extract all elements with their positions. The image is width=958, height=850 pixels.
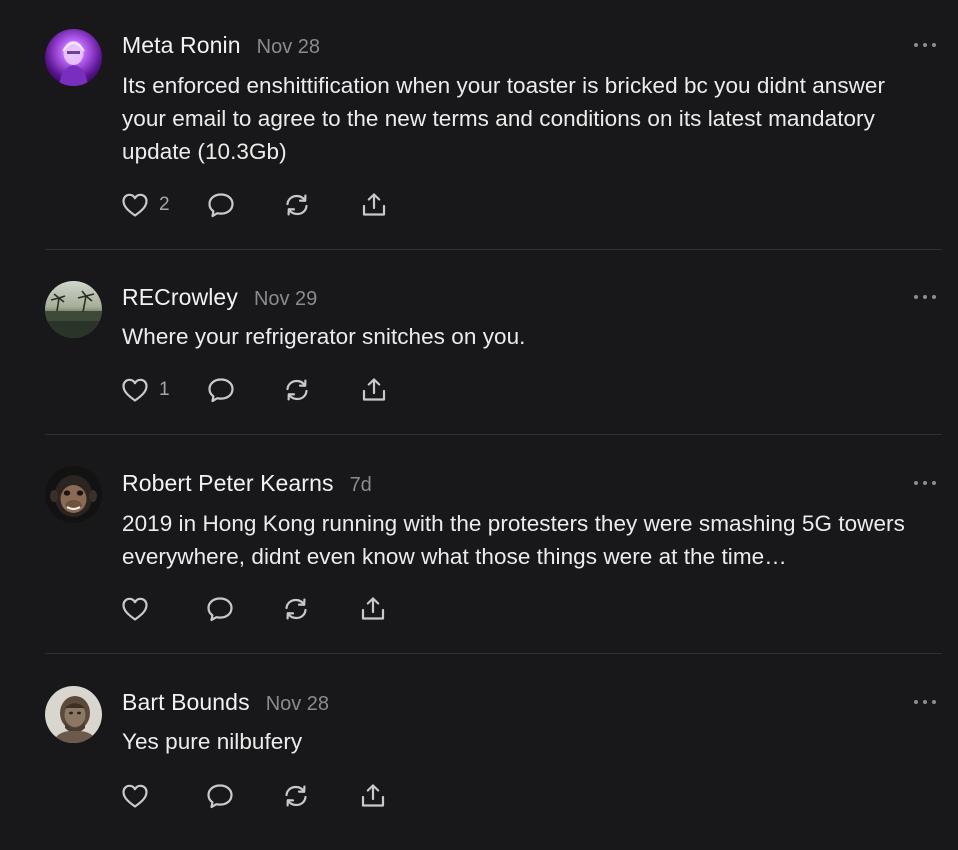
share-upload-icon (358, 781, 388, 811)
more-options-button[interactable] (914, 40, 936, 50)
avatar[interactable] (45, 29, 102, 86)
action-bar (120, 780, 388, 812)
more-options-button[interactable] (914, 478, 936, 488)
like-count: 1 (159, 379, 170, 400)
share-button[interactable] (358, 781, 388, 811)
like-button[interactable] (120, 594, 159, 624)
restack-button[interactable] (282, 375, 312, 405)
avatar[interactable] (45, 466, 102, 523)
like-button[interactable] (120, 781, 159, 811)
comment-header: Robert Peter Kearns 7d (122, 470, 372, 497)
share-upload-icon (359, 190, 389, 220)
reply-button[interactable] (206, 375, 236, 405)
refresh-arrows-icon (282, 190, 312, 220)
comment-date[interactable]: Nov 28 (266, 693, 329, 716)
comment-header: RECrowley Nov 29 (122, 284, 317, 311)
comment-date[interactable]: 7d (350, 474, 372, 497)
restack-button[interactable] (282, 190, 312, 220)
author-name[interactable]: Meta Ronin (122, 32, 241, 59)
refresh-arrows-icon (281, 781, 311, 811)
share-button[interactable] (358, 594, 388, 624)
more-options-button[interactable] (914, 292, 936, 302)
share-upload-icon (358, 594, 388, 624)
action-bar: 2 (120, 189, 389, 221)
comment-date[interactable]: Nov 28 (257, 36, 320, 59)
heart-icon (120, 781, 150, 811)
author-name[interactable]: Robert Peter Kearns (122, 470, 334, 497)
comment-header: Bart Bounds Nov 28 (122, 689, 329, 716)
like-count: 2 (159, 194, 170, 215)
speech-bubble-icon (206, 190, 236, 220)
ellipsis-icon (914, 700, 918, 704)
ellipsis-icon (914, 43, 918, 47)
avatar[interactable] (45, 281, 102, 338)
divider (45, 249, 942, 250)
share-button[interactable] (359, 190, 389, 220)
chimpanzee-portrait-image (45, 466, 102, 523)
refresh-arrows-icon (282, 375, 312, 405)
speech-bubble-icon (206, 375, 236, 405)
purple-neon-portrait-image (45, 29, 102, 86)
restack-button[interactable] (281, 781, 311, 811)
comment-feed: Meta Ronin Nov 28 Its enforced enshittif… (0, 0, 958, 850)
ellipsis-icon (914, 481, 918, 485)
divider (45, 653, 942, 654)
comment-text: Its enforced enshittification when your … (122, 73, 886, 164)
author-name[interactable]: Bart Bounds (122, 689, 250, 716)
reply-button[interactable] (206, 190, 236, 220)
sepia-caveman-portrait-image (45, 686, 102, 743)
reply-button[interactable] (205, 594, 235, 624)
comment-text: 2019 in Hong Kong running with the prote… (122, 511, 905, 569)
comment-header: Meta Ronin Nov 28 (122, 32, 320, 59)
heart-icon (120, 190, 150, 220)
refresh-arrows-icon (281, 594, 311, 624)
author-name[interactable]: RECrowley (122, 284, 238, 311)
avatar[interactable] (45, 686, 102, 743)
heart-icon (120, 375, 150, 405)
comment-text: Where your refrigerator snitches on you. (122, 324, 526, 349)
speech-bubble-icon (205, 781, 235, 811)
action-bar: 1 (120, 374, 389, 406)
share-button[interactable] (359, 375, 389, 405)
share-upload-icon (359, 375, 389, 405)
comment-date[interactable]: Nov 29 (254, 288, 317, 311)
ellipsis-icon (914, 295, 918, 299)
reply-button[interactable] (205, 781, 235, 811)
divider (45, 434, 942, 435)
like-button[interactable]: 2 (120, 190, 170, 220)
action-bar (120, 593, 388, 625)
speech-bubble-icon (205, 594, 235, 624)
comment-text: Yes pure nilbufery (122, 729, 303, 754)
beach-palm-landscape-image (45, 281, 102, 338)
restack-button[interactable] (281, 594, 311, 624)
like-button[interactable]: 1 (120, 375, 170, 405)
more-options-button[interactable] (914, 697, 936, 707)
heart-icon (120, 594, 150, 624)
